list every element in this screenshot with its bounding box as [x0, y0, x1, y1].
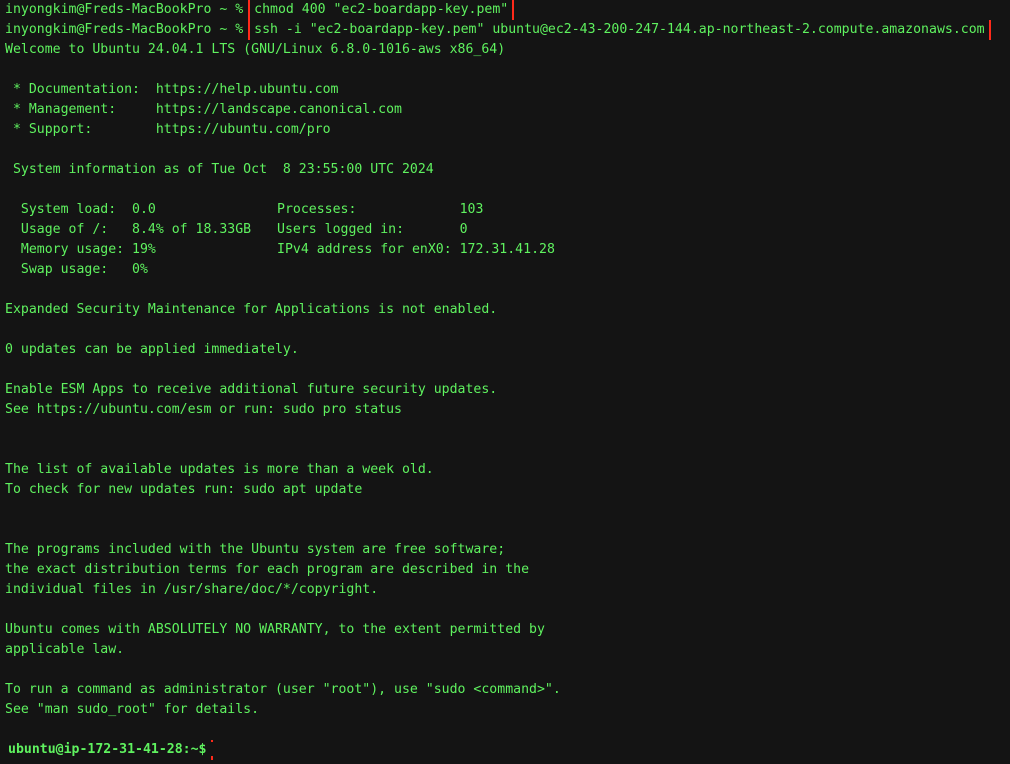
list-old-line: The list of available updates is more th… [5, 462, 434, 477]
management-line: * Management: https://landscape.canonica… [5, 102, 402, 117]
admin-line-2: See "man sudo_root" for details. [5, 702, 260, 717]
sysinfo-right: Users logged in: 0 [277, 222, 468, 237]
documentation-line: * Documentation: https://help.ubuntu.com [5, 82, 339, 97]
welcome-line: Welcome to Ubuntu 24.04.1 LTS (GNU/Linux… [5, 42, 506, 57]
admin-line-1: To run a command as administrator (user … [5, 682, 561, 697]
updates-line: 0 updates can be applied immediately. [5, 342, 299, 357]
terminal-window[interactable]: inyongkim@Freds-MacBookPro ~ % chmod 400… [0, 0, 1010, 764]
sysinfo-row: System load: 0.0 Processes: 103 [5, 200, 1010, 220]
sysinfo-right: IPv4 address for enX0: 172.31.41.28 [277, 242, 555, 257]
chmod-command-highlight: chmod 400 "ec2-boardapp-key.pem" [248, 0, 515, 20]
warranty-line-2: applicable law. [5, 642, 125, 657]
warranty-line-1: Ubuntu comes with ABSOLUTELY NO WARRANTY… [5, 622, 545, 637]
terminal-line-chmod: inyongkim@Freds-MacBookPro ~ % chmod 400… [5, 0, 1010, 20]
sysinfo-right: Processes: 103 [277, 202, 484, 217]
sysinfo-header: System information as of Tue Oct 8 23:55… [5, 162, 434, 177]
sysinfo-left: Memory usage: 19% [5, 242, 156, 257]
sysinfo-left: Swap usage: 0% [5, 262, 148, 277]
sysinfo-left: Usage of /: 8.4% of 18.33GB [5, 222, 252, 237]
local-prompt: inyongkim@Freds-MacBookPro ~ % [5, 22, 252, 37]
sysinfo-left: System load: 0.0 [5, 202, 156, 217]
sysinfo-row: Usage of /: 8.4% of 18.33GB Users logged … [5, 220, 1010, 240]
terminal-line-ssh: inyongkim@Freds-MacBookPro ~ % ssh -i "e… [5, 20, 1010, 40]
programs-line-3: individual files in /usr/share/doc/*/cop… [5, 582, 379, 597]
remote-prompt-highlight: ubuntu@ip-172-31-41-28:~$ [5, 740, 213, 760]
esm-status-line: Expanded Security Maintenance for Applic… [5, 302, 498, 317]
check-updates-line: To check for new updates run: sudo apt u… [5, 482, 363, 497]
ssh-command-highlight: ssh -i "ec2-boardapp-key.pem" ubuntu@ec2… [248, 20, 991, 40]
sysinfo-row: Swap usage: 0% [5, 260, 1010, 280]
support-line: * Support: https://ubuntu.com/pro [5, 122, 331, 137]
esm-apps-line: Enable ESM Apps to receive additional fu… [5, 382, 498, 397]
esm-see-line: See https://ubuntu.com/esm or run: sudo … [5, 402, 402, 417]
remote-prompt-line[interactable]: ubuntu@ip-172-31-41-28:~$ [5, 740, 1010, 760]
programs-line-2: the exact distribution terms for each pr… [5, 562, 530, 577]
terminal-cursor[interactable] [209, 742, 218, 756]
local-prompt: inyongkim@Freds-MacBookPro ~ % [5, 2, 252, 17]
programs-line-1: The programs included with the Ubuntu sy… [5, 542, 506, 557]
sysinfo-row: Memory usage: 19% IPv4 address for enX0: … [5, 240, 1010, 260]
